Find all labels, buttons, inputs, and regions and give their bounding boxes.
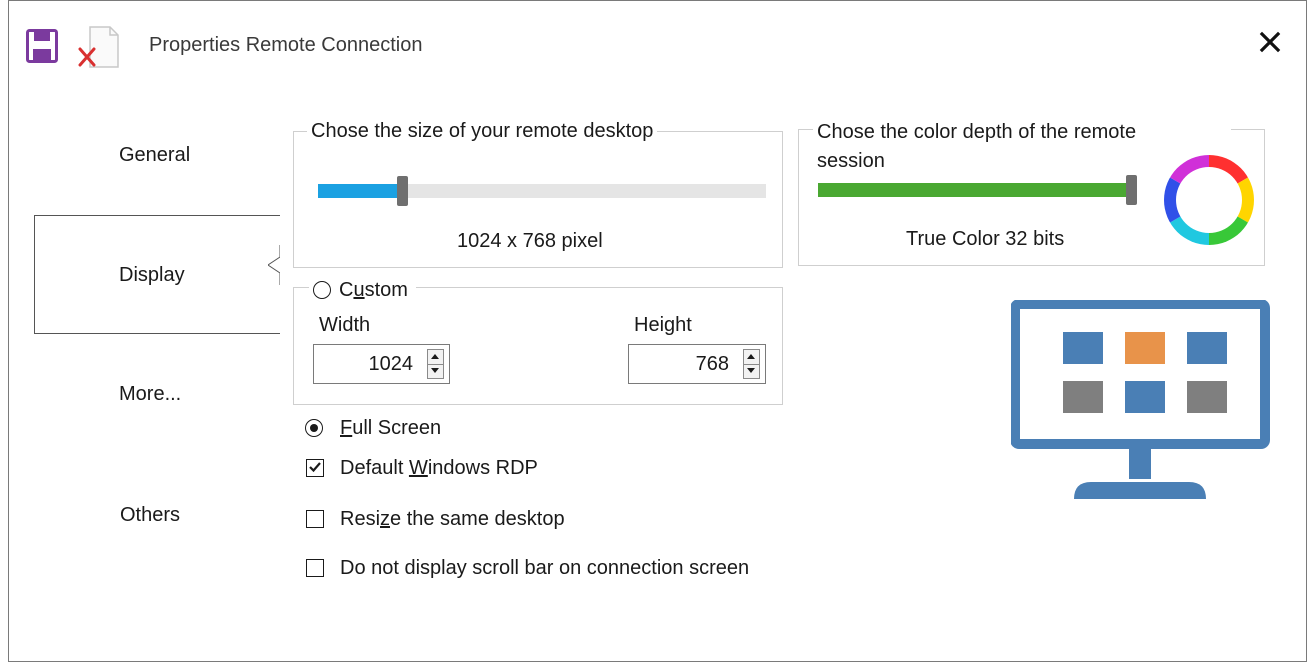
desktop-size-slider-thumb[interactable] — [397, 176, 408, 206]
full-screen-label[interactable]: Full Screen — [340, 417, 441, 440]
monitor-icon — [1011, 300, 1270, 499]
resize-text: Resi — [340, 508, 381, 530]
nav-item-more[interactable]: More... — [119, 383, 181, 406]
nav-item-others[interactable]: Others — [120, 504, 180, 527]
up-arrow-icon — [747, 354, 755, 359]
width-decrement-button[interactable] — [428, 364, 443, 378]
discard-button[interactable] — [78, 25, 120, 69]
up-arrow-icon — [431, 354, 439, 359]
width-spinner — [427, 349, 444, 379]
monitor-tile — [1187, 381, 1227, 413]
nav-item-label: Display — [119, 264, 185, 286]
full-screen-text: ull Screen — [352, 417, 442, 439]
height-label: Height — [634, 314, 692, 336]
monitor-tile — [1125, 381, 1165, 413]
color-depth-legend-line1: Chose the color depth of the remote — [817, 121, 1137, 143]
full-screen-radio[interactable] — [305, 419, 323, 437]
resize-desktop-checkbox[interactable] — [306, 510, 324, 528]
default-rdp-mnemonic: W — [408, 457, 428, 479]
color-wheel-icon — [1164, 155, 1254, 245]
color-depth-legend-line2: session — [817, 150, 885, 172]
resize-mnemonic: z — [380, 508, 391, 530]
resize-desktop-label[interactable]: Resize the same desktop — [340, 508, 565, 531]
color-depth-slider-thumb[interactable] — [1126, 175, 1137, 205]
width-label: Width — [319, 314, 371, 336]
resize-text: e the same desktop — [390, 508, 565, 530]
width-increment-button[interactable] — [428, 350, 443, 365]
custom-radio[interactable] — [313, 281, 331, 299]
window-title: Properties Remote Connection — [149, 34, 423, 56]
custom-radio-label[interactable]: Custom — [339, 279, 408, 301]
floppy-disk-icon — [26, 29, 58, 63]
nav-item-display[interactable]: Display — [34, 215, 280, 334]
properties-window: Properties Remote Connection General Dis… — [8, 0, 1307, 662]
no-scrollbar-checkbox[interactable] — [306, 559, 324, 577]
monitor-tile — [1063, 332, 1103, 364]
nav-item-general[interactable]: General — [119, 144, 190, 167]
document-close-icon — [78, 26, 119, 68]
down-arrow-icon — [431, 368, 439, 373]
no-scrollbar-label[interactable]: Do not display scroll bar on connection … — [340, 557, 749, 580]
desktop-size-value: 1024 x 768 pixel — [457, 230, 603, 252]
desktop-size-slider[interactable] — [318, 176, 766, 206]
color-depth-slider-fill — [818, 183, 1126, 197]
checkmark-icon — [309, 462, 321, 473]
down-arrow-icon — [747, 368, 755, 373]
desktop-size-slider-fill — [318, 184, 397, 198]
default-rdp-label[interactable]: Default Windows RDP — [340, 457, 538, 480]
color-depth-slider[interactable] — [818, 175, 1137, 205]
default-rdp-text: Default — [340, 457, 409, 479]
monitor-tile — [1187, 332, 1227, 364]
custom-legend: Custom — [309, 277, 416, 303]
default-rdp-text: indows RDP — [427, 457, 538, 479]
save-button[interactable] — [26, 29, 58, 63]
height-spinner — [743, 349, 760, 379]
close-x-icon — [1259, 31, 1281, 53]
title-bar: Properties Remote Connection — [9, 1, 1306, 89]
height-increment-button[interactable] — [744, 350, 759, 365]
desktop-size-legend: Chose the size of your remote desktop — [307, 118, 658, 144]
color-depth-value: True Color 32 bits — [906, 228, 1065, 250]
height-decrement-button[interactable] — [744, 364, 759, 378]
monitor-tile — [1125, 332, 1165, 364]
default-rdp-checkbox[interactable] — [306, 459, 324, 477]
custom-label-part: C — [339, 279, 354, 301]
custom-label-mnemonic: u — [353, 279, 365, 301]
close-button[interactable] — [1257, 29, 1283, 55]
full-screen-mnemonic: F — [340, 417, 353, 439]
custom-label-part: stom — [364, 279, 408, 301]
monitor-tile — [1063, 381, 1103, 413]
